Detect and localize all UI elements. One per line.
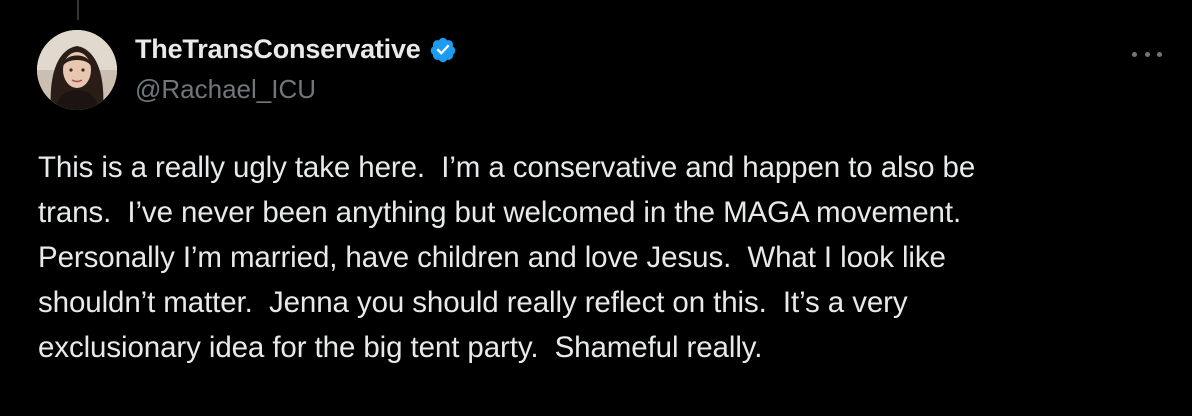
- profile-photo-icon: [37, 30, 117, 110]
- author-display-name[interactable]: TheTransConservative: [135, 34, 421, 65]
- thread-connector-line: [77, 0, 79, 20]
- more-options-button[interactable]: [1132, 44, 1162, 64]
- tweet-text: This is a really ugly take here. I’m a c…: [38, 151, 976, 364]
- name-row: TheTransConservative: [135, 34, 457, 65]
- author-handle[interactable]: @Rachael_ICU: [135, 74, 316, 105]
- tweet-header: TheTransConservative @Rachael_ICU: [135, 28, 1172, 118]
- ellipsis-icon: [1132, 51, 1137, 57]
- verified-badge-icon: [430, 37, 455, 62]
- ellipsis-icon: [1144, 51, 1150, 57]
- ellipsis-icon: [1157, 51, 1162, 57]
- avatar[interactable]: [37, 30, 117, 110]
